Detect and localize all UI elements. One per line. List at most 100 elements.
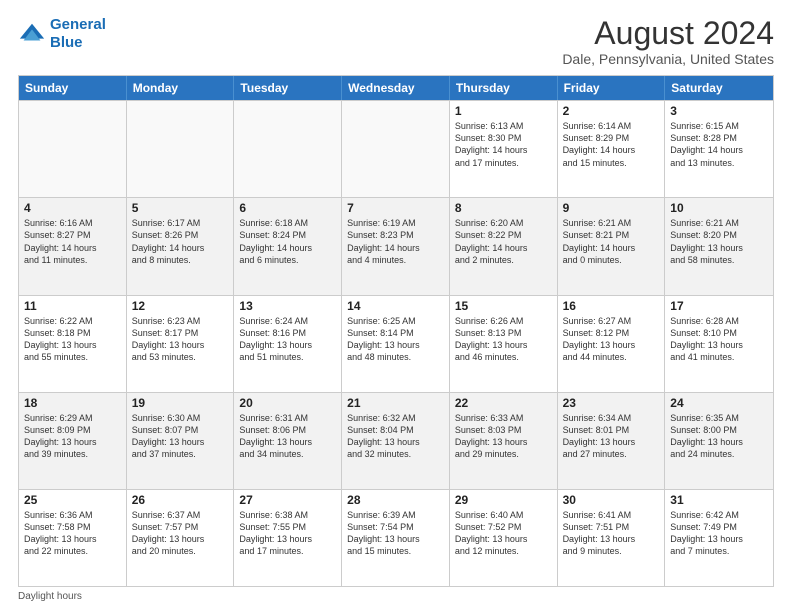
cell-content: Sunrise: 6:35 AM Sunset: 8:00 PM Dayligh… — [670, 412, 768, 461]
cell-content: Sunrise: 6:22 AM Sunset: 8:18 PM Dayligh… — [24, 315, 121, 364]
calendar-cell: 13 Sunrise: 6:24 AM Sunset: 8:16 PM Dayli… — [234, 296, 342, 392]
cell-content: Sunrise: 6:13 AM Sunset: 8:30 PM Dayligh… — [455, 120, 552, 169]
day-number: 30 — [563, 493, 660, 507]
cell-content: Sunrise: 6:21 AM Sunset: 8:21 PM Dayligh… — [563, 217, 660, 266]
cell-content: Sunrise: 6:15 AM Sunset: 8:28 PM Dayligh… — [670, 120, 768, 169]
calendar: SundayMondayTuesdayWednesdayThursdayFrid… — [18, 75, 774, 587]
header-day-friday: Friday — [558, 76, 666, 100]
calendar-cell: 27 Sunrise: 6:38 AM Sunset: 7:55 PM Dayli… — [234, 490, 342, 586]
header-day-sunday: Sunday — [19, 76, 127, 100]
calendar-cell: 17 Sunrise: 6:28 AM Sunset: 8:10 PM Dayli… — [665, 296, 773, 392]
cell-content: Sunrise: 6:27 AM Sunset: 8:12 PM Dayligh… — [563, 315, 660, 364]
calendar-cell: 25Sunrise: 6:36 AM Sunset: 7:58 PM Dayli… — [19, 490, 127, 586]
cell-content: Sunrise: 6:31 AM Sunset: 8:06 PM Dayligh… — [239, 412, 336, 461]
day-number: 26 — [132, 493, 229, 507]
calendar-header: SundayMondayTuesdayWednesdayThursdayFrid… — [19, 76, 773, 100]
cell-content: Sunrise: 6:42 AM Sunset: 7:49 PM Dayligh… — [670, 509, 768, 558]
calendar-cell: 7Sunrise: 6:19 AM Sunset: 8:23 PM Daylig… — [342, 198, 450, 294]
cell-content: Sunrise: 6:41 AM Sunset: 7:51 PM Dayligh… — [563, 509, 660, 558]
day-number: 21 — [347, 396, 444, 410]
cell-content: Sunrise: 6:38 AM Sunset: 7:55 PM Dayligh… — [239, 509, 336, 558]
calendar-cell: 31Sunrise: 6:42 AM Sunset: 7:49 PM Dayli… — [665, 490, 773, 586]
calendar-cell: 20Sunrise: 6:31 AM Sunset: 8:06 PM Dayli… — [234, 393, 342, 489]
day-number: 18 — [24, 396, 121, 410]
calendar-row-2: 4 Sunrise: 6:16 AM Sunset: 8:27 PM Daylig… — [19, 197, 773, 294]
cell-content: Sunrise: 6:30 AM Sunset: 8:07 PM Dayligh… — [132, 412, 229, 461]
day-number: 19 — [132, 396, 229, 410]
day-number: 27 — [239, 493, 336, 507]
calendar-body: 1 Sunrise: 6:13 AM Sunset: 8:30 PM Daylig… — [19, 100, 773, 586]
calendar-row-5: 25Sunrise: 6:36 AM Sunset: 7:58 PM Dayli… — [19, 489, 773, 586]
calendar-cell: 5 Sunrise: 6:17 AM Sunset: 8:26 PM Daylig… — [127, 198, 235, 294]
day-number: 6 — [239, 201, 336, 215]
calendar-cell: 29Sunrise: 6:40 AM Sunset: 7:52 PM Dayli… — [450, 490, 558, 586]
cell-content: Sunrise: 6:36 AM Sunset: 7:58 PM Dayligh… — [24, 509, 121, 558]
calendar-cell: 10Sunrise: 6:21 AM Sunset: 8:20 PM Dayli… — [665, 198, 773, 294]
day-number: 14 — [347, 299, 444, 313]
cell-content: Sunrise: 6:14 AM Sunset: 8:29 PM Dayligh… — [563, 120, 660, 169]
subtitle: Dale, Pennsylvania, United States — [562, 51, 774, 67]
title-block: August 2024 Dale, Pennsylvania, United S… — [562, 16, 774, 67]
day-number: 22 — [455, 396, 552, 410]
cell-content: Sunrise: 6:39 AM Sunset: 7:54 PM Dayligh… — [347, 509, 444, 558]
cell-content: Sunrise: 6:29 AM Sunset: 8:09 PM Dayligh… — [24, 412, 121, 461]
day-number: 24 — [670, 396, 768, 410]
day-number: 29 — [455, 493, 552, 507]
calendar-cell: 30 Sunrise: 6:41 AM Sunset: 7:51 PM Dayli… — [558, 490, 666, 586]
day-number: 12 — [132, 299, 229, 313]
cell-content: Sunrise: 6:26 AM Sunset: 8:13 PM Dayligh… — [455, 315, 552, 364]
cell-content: Sunrise: 6:37 AM Sunset: 7:57 PM Dayligh… — [132, 509, 229, 558]
calendar-cell: 14Sunrise: 6:25 AM Sunset: 8:14 PM Dayli… — [342, 296, 450, 392]
cell-content: Sunrise: 6:34 AM Sunset: 8:01 PM Dayligh… — [563, 412, 660, 461]
day-number: 9 — [563, 201, 660, 215]
calendar-cell: 22 Sunrise: 6:33 AM Sunset: 8:03 PM Dayli… — [450, 393, 558, 489]
day-number: 13 — [239, 299, 336, 313]
day-number: 8 — [455, 201, 552, 215]
calendar-cell: 2 Sunrise: 6:14 AM Sunset: 8:29 PM Daylig… — [558, 101, 666, 197]
day-number: 17 — [670, 299, 768, 313]
calendar-cell: 6 Sunrise: 6:18 AM Sunset: 8:24 PM Daylig… — [234, 198, 342, 294]
header-day-tuesday: Tuesday — [234, 76, 342, 100]
header-day-monday: Monday — [127, 76, 235, 100]
day-number: 28 — [347, 493, 444, 507]
cell-content: Sunrise: 6:17 AM Sunset: 8:26 PM Dayligh… — [132, 217, 229, 266]
calendar-cell: 26 Sunrise: 6:37 AM Sunset: 7:57 PM Dayli… — [127, 490, 235, 586]
day-number: 5 — [132, 201, 229, 215]
day-number: 1 — [455, 104, 552, 118]
calendar-row-4: 18 Sunrise: 6:29 AM Sunset: 8:09 PM Dayli… — [19, 392, 773, 489]
cell-content: Sunrise: 6:23 AM Sunset: 8:17 PM Dayligh… — [132, 315, 229, 364]
calendar-cell: 9 Sunrise: 6:21 AM Sunset: 8:21 PM Daylig… — [558, 198, 666, 294]
header-day-thursday: Thursday — [450, 76, 558, 100]
header: General Blue August 2024 Dale, Pennsylva… — [18, 16, 774, 67]
cell-content: Sunrise: 6:18 AM Sunset: 8:24 PM Dayligh… — [239, 217, 336, 266]
cell-content: Sunrise: 6:16 AM Sunset: 8:27 PM Dayligh… — [24, 217, 121, 266]
header-day-wednesday: Wednesday — [342, 76, 450, 100]
calendar-cell: 21 Sunrise: 6:32 AM Sunset: 8:04 PM Dayli… — [342, 393, 450, 489]
cell-content: Sunrise: 6:32 AM Sunset: 8:04 PM Dayligh… — [347, 412, 444, 461]
calendar-cell: 11 Sunrise: 6:22 AM Sunset: 8:18 PM Dayli… — [19, 296, 127, 392]
calendar-cell: 28 Sunrise: 6:39 AM Sunset: 7:54 PM Dayli… — [342, 490, 450, 586]
cell-content: Sunrise: 6:33 AM Sunset: 8:03 PM Dayligh… — [455, 412, 552, 461]
day-number: 2 — [563, 104, 660, 118]
day-number: 11 — [24, 299, 121, 313]
logo: General Blue — [18, 16, 106, 52]
cell-content: Sunrise: 6:24 AM Sunset: 8:16 PM Dayligh… — [239, 315, 336, 364]
calendar-row-1: 1 Sunrise: 6:13 AM Sunset: 8:30 PM Daylig… — [19, 100, 773, 197]
calendar-cell — [127, 101, 235, 197]
calendar-cell: 24 Sunrise: 6:35 AM Sunset: 8:00 PM Dayli… — [665, 393, 773, 489]
day-number: 4 — [24, 201, 121, 215]
day-number: 15 — [455, 299, 552, 313]
cell-content: Sunrise: 6:21 AM Sunset: 8:20 PM Dayligh… — [670, 217, 768, 266]
calendar-cell — [234, 101, 342, 197]
cell-content: Sunrise: 6:28 AM Sunset: 8:10 PM Dayligh… — [670, 315, 768, 364]
header-day-saturday: Saturday — [665, 76, 773, 100]
calendar-cell: 18 Sunrise: 6:29 AM Sunset: 8:09 PM Dayli… — [19, 393, 127, 489]
calendar-cell: 16Sunrise: 6:27 AM Sunset: 8:12 PM Dayli… — [558, 296, 666, 392]
calendar-cell: 12 Sunrise: 6:23 AM Sunset: 8:17 PM Dayli… — [127, 296, 235, 392]
calendar-cell: 15 Sunrise: 6:26 AM Sunset: 8:13 PM Dayli… — [450, 296, 558, 392]
cell-content: Sunrise: 6:20 AM Sunset: 8:22 PM Dayligh… — [455, 217, 552, 266]
main-title: August 2024 — [562, 16, 774, 51]
calendar-cell: 23Sunrise: 6:34 AM Sunset: 8:01 PM Dayli… — [558, 393, 666, 489]
logo-text: General Blue — [50, 16, 106, 52]
calendar-cell: 3Sunrise: 6:15 AM Sunset: 8:28 PM Daylig… — [665, 101, 773, 197]
